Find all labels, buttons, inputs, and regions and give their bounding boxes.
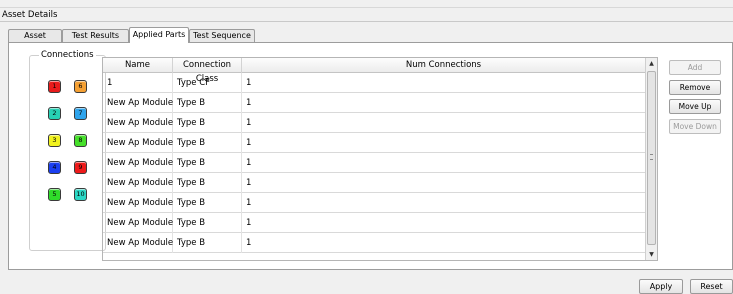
column-header-name[interactable]: Name <box>103 58 173 73</box>
table-vertical-scrollbar[interactable]: ▲ ▼ <box>645 58 657 260</box>
cell-num-connections: 1 <box>246 178 252 188</box>
table-row[interactable]: New Ap Module Type B 1 <box>103 133 646 153</box>
connection-button-8[interactable]: 8 <box>74 134 87 147</box>
add-button[interactable]: Add <box>669 60 721 75</box>
applied-parts-panel: Connections 1 6 2 7 3 8 4 9 5 10 Name Co… <box>8 42 733 270</box>
table-row[interactable]: New Ap Module Type B 1 <box>103 233 646 253</box>
connection-button-9[interactable]: 9 <box>74 161 87 174</box>
table-row[interactable]: New Ap Module Type B 1 <box>103 153 646 173</box>
cell-num-connections: 1 <box>246 78 252 88</box>
table-row[interactable]: 1 Type CF 1 <box>103 73 646 93</box>
connection-button-7[interactable]: 7 <box>74 107 87 120</box>
connection-button-10[interactable]: 10 <box>74 188 87 201</box>
cell-name: New Ap Module <box>103 213 173 233</box>
scroll-up-arrow-icon[interactable]: ▲ <box>646 58 657 69</box>
connection-button-5[interactable]: 5 <box>48 188 61 201</box>
cell-connection-class: Type B <box>173 153 242 173</box>
cell-name: 1 <box>103 73 173 93</box>
cell-connection-class: Type CF <box>173 73 242 93</box>
table-row[interactable]: New Ap Module Type B 1 <box>103 173 646 193</box>
top-strip <box>0 0 733 8</box>
cell-num-connections: 1 <box>246 218 252 228</box>
connection-button-6[interactable]: 6 <box>74 80 87 93</box>
title-divider <box>0 21 733 22</box>
cell-name: New Ap Module <box>103 233 173 253</box>
window-title: Asset Details <box>2 10 58 20</box>
column-header-connection-class[interactable]: Connection Class <box>173 58 242 84</box>
cell-name: New Ap Module <box>103 113 173 133</box>
cell-connection-class: Type B <box>173 193 242 213</box>
table-header: Name Connection Class Num Connections <box>103 58 657 84</box>
move-up-button[interactable]: Move Up <box>669 99 721 114</box>
table-row[interactable]: New Ap Module Type B 1 <box>103 193 646 213</box>
cell-name: New Ap Module <box>103 93 173 113</box>
scroll-down-arrow-icon[interactable]: ▼ <box>646 249 657 260</box>
cell-connection-class: Type B <box>173 113 242 133</box>
cell-num-connections: 1 <box>246 118 252 128</box>
tab-asset-details[interactable]: Asset Details <box>8 29 62 51</box>
cell-num-connections: 1 <box>246 98 252 108</box>
cell-connection-class: Type B <box>173 93 242 113</box>
reset-button[interactable]: Reset <box>690 279 733 294</box>
connections-legend: Connections <box>39 50 96 60</box>
cell-num-connections: 1 <box>246 198 252 208</box>
cell-num-connections: 1 <box>246 138 252 148</box>
cell-name: New Ap Module <box>103 193 173 213</box>
applied-parts-table: Name Connection Class Num Connections 1 … <box>102 57 658 261</box>
connection-button-3[interactable]: 3 <box>48 134 61 147</box>
cell-name: New Ap Module <box>103 133 173 153</box>
cell-name: New Ap Module <box>103 173 173 193</box>
table-row[interactable]: New Ap Module Type B 1 <box>103 213 646 233</box>
table-row[interactable]: New Ap Module Type B 1 <box>103 113 646 133</box>
cell-connection-class: Type B <box>173 133 242 153</box>
grip-icon <box>650 154 653 160</box>
tab-test-results[interactable]: Test Results <box>62 29 129 42</box>
connection-button-4[interactable]: 4 <box>48 161 61 174</box>
cell-num-connections: 1 <box>246 238 252 248</box>
table-row[interactable]: New Ap Module Type B 1 <box>103 93 646 113</box>
tab-applied-parts[interactable]: Applied Parts <box>129 27 189 43</box>
cell-name: New Ap Module <box>103 153 173 173</box>
cell-connection-class: Type B <box>173 233 242 253</box>
move-down-button[interactable]: Move Down <box>669 119 721 134</box>
column-header-num-connections[interactable]: Num Connections <box>242 58 646 73</box>
connection-button-2[interactable]: 2 <box>48 107 61 120</box>
connections-group: Connections 1 6 2 7 3 8 4 9 5 10 <box>29 50 106 251</box>
cell-connection-class: Type B <box>173 173 242 193</box>
remove-button[interactable]: Remove <box>669 80 721 95</box>
scroll-thumb[interactable] <box>647 71 656 245</box>
cell-connection-class: Type B <box>173 213 242 233</box>
connection-button-1[interactable]: 1 <box>48 80 61 93</box>
apply-button[interactable]: Apply <box>639 279 683 294</box>
tab-test-sequence[interactable]: Test Sequence <box>189 29 255 42</box>
cell-num-connections: 1 <box>246 158 252 168</box>
